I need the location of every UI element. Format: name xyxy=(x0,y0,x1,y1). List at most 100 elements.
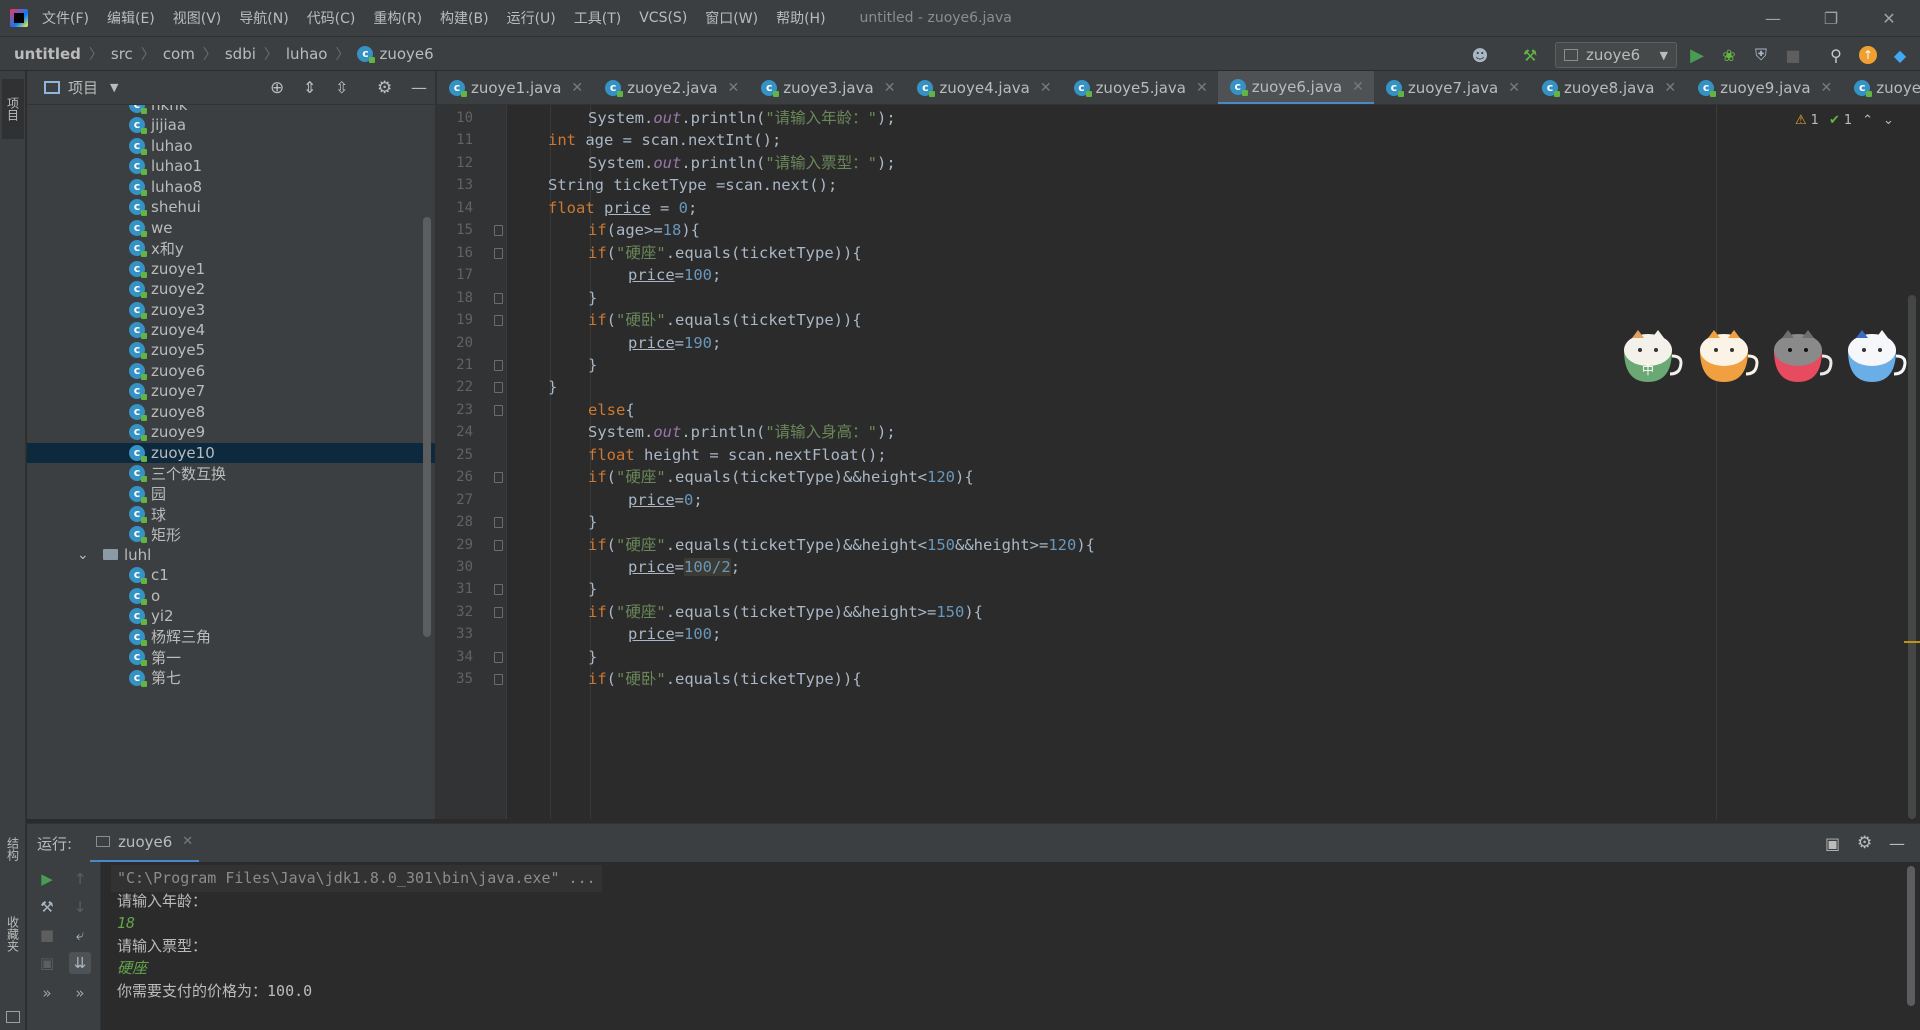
line-number[interactable]: 35 xyxy=(437,671,473,687)
code-line[interactable]: if("硬卧".equals(ticketType)){ xyxy=(588,666,862,693)
code-line[interactable]: price=100; xyxy=(628,621,721,648)
line-number[interactable]: 16 xyxy=(437,245,473,261)
editor-tab[interactable]: c zuoye7.java ✕ xyxy=(1374,71,1530,104)
scroll-down-icon[interactable]: ↓ xyxy=(69,896,91,918)
search-icon[interactable]: ⚲ xyxy=(1826,45,1846,65)
menu-item[interactable]: VCS(S) xyxy=(639,10,687,26)
menu-item[interactable]: 视图(V) xyxy=(173,8,222,28)
fold-marker-icon[interactable] xyxy=(494,315,503,327)
line-number[interactable]: 12 xyxy=(437,155,473,171)
menu-item[interactable]: 构建(B) xyxy=(440,8,489,28)
tree-class-row[interactable]: c 第七 xyxy=(27,668,435,688)
editor-tab[interactable]: c zuoye2.java ✕ xyxy=(593,71,749,104)
breadcrumb-item[interactable]: com xyxy=(163,45,195,63)
line-number[interactable]: 17 xyxy=(437,267,473,283)
tree-class-row[interactable]: c 第一 xyxy=(27,647,435,667)
restore-layout-icon[interactable]: ▣ xyxy=(1825,834,1840,853)
tree-class-row[interactable]: c luhao8 xyxy=(27,177,435,197)
tree-class-row[interactable]: c jijiaa xyxy=(27,115,435,135)
line-number[interactable]: 22 xyxy=(437,379,473,395)
editor-tab[interactable]: c zuoye9.java ✕ xyxy=(1686,71,1842,104)
line-number[interactable]: 23 xyxy=(437,402,473,418)
editor-tab[interactable]: c zuoye8.java ✕ xyxy=(1530,71,1686,104)
tree-class-row[interactable]: c yi2 xyxy=(27,606,435,626)
tree-package-row[interactable]: ⌄ luhl xyxy=(27,545,435,565)
tree-class-row[interactable]: c shehui xyxy=(27,197,435,217)
line-number[interactable]: 24 xyxy=(437,424,473,440)
tree-class-row[interactable]: c zuoye8 xyxy=(27,402,435,422)
menu-item[interactable]: 文件(F) xyxy=(42,8,89,28)
code-line[interactable]: price=100; xyxy=(628,262,721,289)
menu-item[interactable]: 工具(T) xyxy=(574,8,621,28)
close-tab-icon[interactable]: ✕ xyxy=(1352,79,1364,95)
close-window-icon[interactable]: ✕ xyxy=(1860,0,1918,36)
project-panel-title[interactable]: 项目 xyxy=(68,77,98,98)
fold-marker-icon[interactable] xyxy=(494,584,503,596)
coverage-icon[interactable]: ⛨ xyxy=(1751,45,1771,65)
line-number[interactable]: 13 xyxy=(437,177,473,193)
line-number[interactable]: 15 xyxy=(437,222,473,238)
menu-item[interactable]: 窗口(W) xyxy=(705,8,758,28)
fold-marker-icon[interactable] xyxy=(494,225,503,237)
close-tab-icon[interactable]: ✕ xyxy=(884,80,896,96)
tree-class-row[interactable]: c luhao1 xyxy=(27,156,435,176)
code-line[interactable]: } xyxy=(548,374,557,401)
close-tab-icon[interactable]: ✕ xyxy=(571,80,583,96)
run-tab[interactable]: zuoye6 ✕ xyxy=(90,824,200,863)
menu-item[interactable]: 导航(N) xyxy=(239,8,288,28)
editor-gutter[interactable]: 10 11 12 13 14 15 16 17 18 19 20 21 22 23 24 25 26 27 28 29… xyxy=(437,105,507,819)
project-tool-tab[interactable]: 项目 xyxy=(2,79,24,139)
fold-marker-icon[interactable] xyxy=(494,517,503,529)
fold-marker-icon[interactable] xyxy=(494,674,503,686)
tree-class-row[interactable]: c zuoye4 xyxy=(27,320,435,340)
inspection-widget[interactable]: ⚠ 1 ✔ 1 ⌃ ⌄ xyxy=(1795,113,1904,128)
editor-tab[interactable]: c zuoye3.java ✕ xyxy=(749,71,905,104)
tree-class-row[interactable]: c zuoye7 xyxy=(27,381,435,401)
breadcrumb-item[interactable]: c zuoye6 xyxy=(357,45,434,63)
previous-highlight-icon[interactable]: ⌃ xyxy=(1862,113,1873,128)
minimize-icon[interactable]: — xyxy=(1744,0,1802,36)
fold-marker-icon[interactable] xyxy=(494,359,503,371)
console-scrollbar[interactable] xyxy=(1907,866,1915,1006)
close-tab-icon[interactable]: ✕ xyxy=(728,80,740,96)
close-tab-icon[interactable]: ✕ xyxy=(1821,80,1833,96)
fold-marker-icon[interactable] xyxy=(494,292,503,304)
collapse-all-icon[interactable]: ⇳ xyxy=(335,78,348,97)
soft-wrap-icon[interactable]: ⤶ xyxy=(69,924,91,946)
close-tab-icon[interactable]: ✕ xyxy=(1040,80,1052,96)
line-number[interactable]: 14 xyxy=(437,200,473,216)
gear-icon[interactable]: ⚙ xyxy=(377,78,392,98)
scroll-up-icon[interactable]: ↑ xyxy=(69,868,91,890)
editor-tab[interactable]: c zuoye6.java ✕ xyxy=(1217,71,1374,104)
close-tab-icon[interactable]: ✕ xyxy=(1664,80,1676,96)
tree-class-row[interactable]: c 矩形 xyxy=(27,524,435,544)
tree-class-row[interactable]: c luhao xyxy=(27,136,435,156)
scroll-to-end-icon[interactable]: ⇊ xyxy=(69,952,91,974)
tree-class-row[interactable]: c we xyxy=(27,218,435,238)
line-number[interactable]: 31 xyxy=(437,581,473,597)
editor-tab[interactable]: c zuoye1.java ✕ xyxy=(437,71,593,104)
editor-tab[interactable]: c zuoye4.java ✕ xyxy=(905,71,1061,104)
tree-class-row[interactable]: c zuoye2 xyxy=(27,279,435,299)
close-tab-icon[interactable]: ✕ xyxy=(182,834,193,849)
tree-class-row[interactable]: c园 xyxy=(27,484,435,504)
line-number[interactable]: 32 xyxy=(437,604,473,620)
line-number[interactable]: 19 xyxy=(437,312,473,328)
fold-marker-icon[interactable] xyxy=(494,606,503,618)
user-account-icon[interactable]: ☻ xyxy=(1470,45,1490,65)
line-number[interactable]: 25 xyxy=(437,447,473,463)
line-number[interactable]: 34 xyxy=(437,649,473,665)
locate-file-icon[interactable]: ⊕ xyxy=(270,78,284,98)
hide-panel-icon[interactable]: — xyxy=(1889,834,1905,853)
breadcrumb-item[interactable]: sdbi xyxy=(225,45,256,63)
update-icon[interactable]: ↑ xyxy=(1858,45,1878,65)
close-tab-icon[interactable]: ✕ xyxy=(1508,80,1520,96)
expand-all-icon[interactable]: ⇕ xyxy=(303,78,316,97)
favorites-tool-tab[interactable]: 收藏夹 xyxy=(2,899,24,969)
chevron-down-icon[interactable]: ▼ xyxy=(110,81,118,94)
tree-class-row[interactable]: chkhk xyxy=(27,105,435,115)
menu-item[interactable]: 帮助(H) xyxy=(776,8,825,28)
jetbrains-toolbox-icon[interactable]: ◆ xyxy=(1890,45,1910,65)
close-tab-icon[interactable]: ✕ xyxy=(1196,80,1208,96)
fold-marker-icon[interactable] xyxy=(494,539,503,551)
